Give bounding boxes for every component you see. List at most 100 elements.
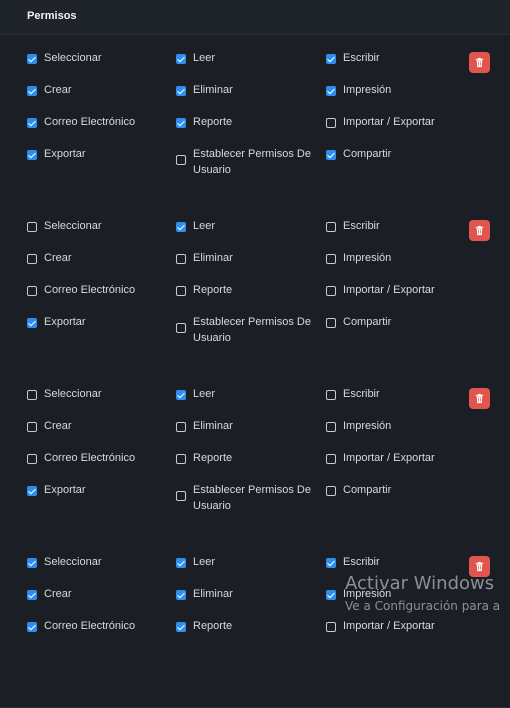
permission-establecer-permisos-de-usuario[interactable]: Establecer Permisos De Usuario xyxy=(176,316,313,346)
permission-checkbox[interactable] xyxy=(27,222,37,232)
permission-checkbox[interactable] xyxy=(176,558,186,568)
permission-impresion[interactable]: Impresión xyxy=(326,252,391,266)
permission-checkbox[interactable] xyxy=(176,54,186,64)
permission-checkbox[interactable] xyxy=(27,150,37,160)
permission-checkbox[interactable] xyxy=(326,254,336,264)
permission-correo-electronico[interactable]: Correo Electrónico xyxy=(27,116,136,130)
permission-checkbox[interactable] xyxy=(176,155,186,165)
permission-checkbox[interactable] xyxy=(27,254,37,264)
permission-seleccionar[interactable]: Seleccionar xyxy=(27,388,101,402)
permission-checkbox[interactable] xyxy=(326,590,336,600)
permission-importar-exportar[interactable]: Importar / Exportar xyxy=(326,452,435,466)
trash-icon xyxy=(475,57,484,68)
permission-checkbox[interactable] xyxy=(326,286,336,296)
permission-checkbox[interactable] xyxy=(27,54,37,64)
permission-label: Correo Electrónico xyxy=(44,116,136,128)
permission-checkbox[interactable] xyxy=(326,150,336,160)
delete-button[interactable] xyxy=(469,388,490,409)
delete-button[interactable] xyxy=(469,52,490,73)
permission-importar-exportar[interactable]: Importar / Exportar xyxy=(326,284,435,298)
permission-escribir[interactable]: Escribir xyxy=(326,220,380,234)
permission-eliminar[interactable]: Eliminar xyxy=(176,252,233,266)
permission-checkbox[interactable] xyxy=(326,422,336,432)
permission-compartir[interactable]: Compartir xyxy=(326,316,391,330)
permission-correo-electronico[interactable]: Correo Electrónico xyxy=(27,452,135,466)
permission-label: Seleccionar xyxy=(44,556,102,568)
permission-checkbox[interactable] xyxy=(176,590,186,600)
permission-label: Eliminar xyxy=(193,84,233,96)
permission-checkbox[interactable] xyxy=(326,558,336,568)
permission-correo-electronico[interactable]: Correo Electrónico xyxy=(27,620,135,634)
permission-checkbox[interactable] xyxy=(176,454,186,464)
permission-crear[interactable]: Crear xyxy=(27,252,72,266)
permission-checkbox[interactable] xyxy=(176,491,186,501)
permission-checkbox[interactable] xyxy=(176,390,186,400)
permission-seleccionar[interactable]: Seleccionar xyxy=(27,220,101,234)
permission-checkbox[interactable] xyxy=(27,286,37,296)
permission-checkbox[interactable] xyxy=(176,286,186,296)
permission-checkbox[interactable] xyxy=(326,454,336,464)
permission-impresion[interactable]: Impresión xyxy=(326,84,391,98)
permission-checkbox[interactable] xyxy=(176,323,186,333)
permission-checkbox[interactable] xyxy=(326,54,336,64)
permission-eliminar[interactable]: Eliminar xyxy=(176,588,233,602)
permission-checkbox[interactable] xyxy=(27,622,37,632)
permission-group: Seleccionar Leer Escribir Crear Eliminar Impr… xyxy=(0,203,510,372)
permission-crear[interactable]: Crear xyxy=(27,84,72,98)
permission-label: Crear xyxy=(44,252,72,264)
permission-label: Reporte xyxy=(193,620,233,632)
permission-reporte[interactable]: Reporte xyxy=(176,620,233,634)
permission-crear[interactable]: Crear xyxy=(27,420,72,434)
permission-checkbox[interactable] xyxy=(326,622,336,632)
permission-escribir[interactable]: Escribir xyxy=(326,388,380,402)
permission-exportar[interactable]: Exportar xyxy=(27,316,86,330)
permission-establecer-permisos-de-usuario[interactable]: Establecer Permisos De Usuario xyxy=(176,484,313,514)
permission-leer[interactable]: Leer xyxy=(176,52,215,66)
permission-checkbox[interactable] xyxy=(326,118,336,128)
permission-checkbox[interactable] xyxy=(176,222,186,232)
permission-seleccionar[interactable]: Seleccionar xyxy=(27,52,101,66)
permission-eliminar[interactable]: Eliminar xyxy=(176,420,233,434)
permission-reporte[interactable]: Reporte xyxy=(176,284,232,298)
permission-checkbox[interactable] xyxy=(326,222,336,232)
permission-exportar[interactable]: Exportar xyxy=(27,148,86,162)
permission-checkbox[interactable] xyxy=(27,590,37,600)
permission-leer[interactable]: Leer xyxy=(176,388,215,402)
permission-checkbox[interactable] xyxy=(27,390,37,400)
permission-checkbox[interactable] xyxy=(326,318,336,328)
permission-crear[interactable]: Crear xyxy=(27,588,72,602)
permission-checkbox[interactable] xyxy=(27,318,37,328)
permission-correo-electronico[interactable]: Correo Electrónico xyxy=(27,284,135,298)
permission-escribir[interactable]: Escribir xyxy=(326,52,380,66)
permission-checkbox[interactable] xyxy=(176,422,186,432)
permission-compartir[interactable]: Compartir xyxy=(326,148,391,162)
permission-seleccionar[interactable]: Seleccionar xyxy=(27,556,102,570)
permission-checkbox[interactable] xyxy=(176,622,186,632)
permission-label: Escribir xyxy=(343,52,380,64)
permission-checkbox[interactable] xyxy=(27,558,37,568)
permission-escribir[interactable]: Escribir xyxy=(326,556,380,570)
permission-exportar[interactable]: Exportar xyxy=(27,484,86,498)
permission-compartir[interactable]: Compartir xyxy=(326,484,391,498)
permission-leer[interactable]: Leer xyxy=(176,556,215,570)
permission-checkbox[interactable] xyxy=(27,454,37,464)
permission-establecer-permisos-de-usuario[interactable]: Establecer Permisos De Usuario xyxy=(176,148,313,178)
permission-checkbox[interactable] xyxy=(176,118,186,128)
permission-reporte[interactable]: Reporte xyxy=(176,452,232,466)
permission-checkbox[interactable] xyxy=(27,118,37,128)
delete-button[interactable] xyxy=(469,220,490,241)
permission-checkbox[interactable] xyxy=(326,86,336,96)
permission-checkbox[interactable] xyxy=(176,254,186,264)
permission-checkbox[interactable] xyxy=(27,86,37,96)
permission-checkbox[interactable] xyxy=(326,486,336,496)
permission-checkbox[interactable] xyxy=(326,390,336,400)
permission-checkbox[interactable] xyxy=(176,86,186,96)
permission-importar-exportar[interactable]: Importar / Exportar xyxy=(326,116,435,130)
permission-leer[interactable]: Leer xyxy=(176,220,215,234)
permission-checkbox[interactable] xyxy=(27,486,37,496)
permission-importar-exportar[interactable]: Importar / Exportar xyxy=(326,620,435,634)
permission-reporte[interactable]: Reporte xyxy=(176,116,232,130)
permission-eliminar[interactable]: Eliminar xyxy=(176,84,233,98)
permission-impresion[interactable]: Impresión xyxy=(326,420,391,434)
permission-checkbox[interactable] xyxy=(27,422,37,432)
